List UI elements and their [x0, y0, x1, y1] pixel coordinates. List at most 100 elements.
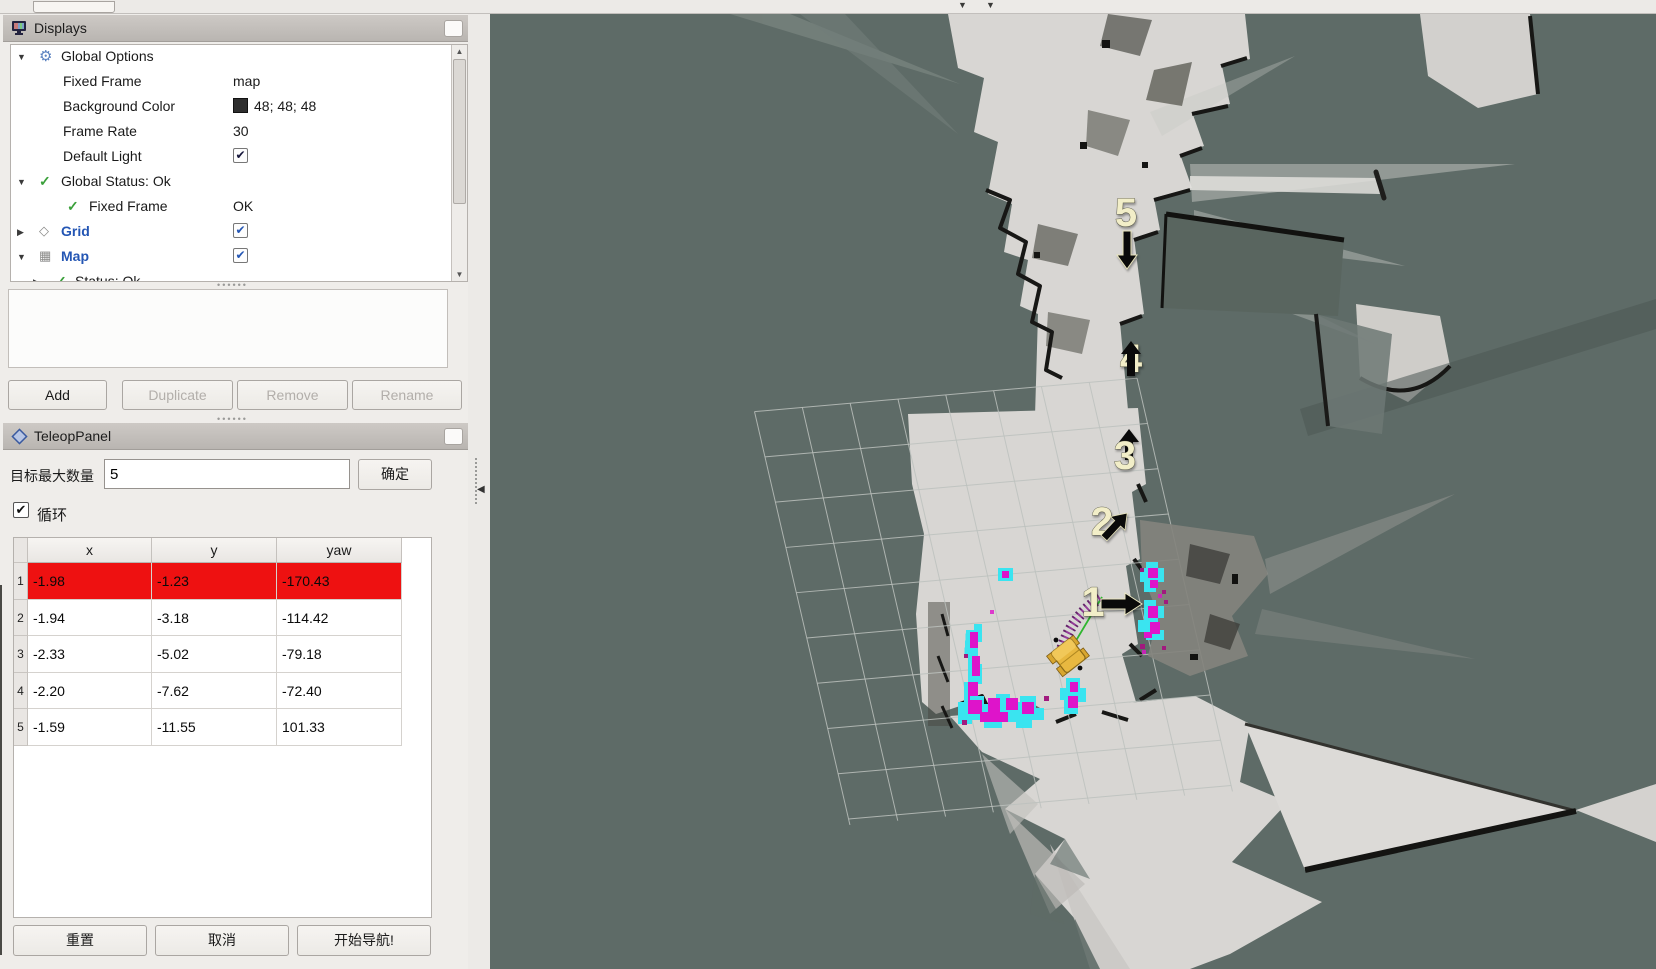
row-number: 1 — [14, 563, 28, 600]
col-header-yaw[interactable]: yaw — [277, 538, 402, 563]
row-number: 2 — [14, 600, 28, 637]
toolbar-button[interactable] — [33, 1, 115, 13]
panel-float-button[interactable] — [444, 428, 463, 445]
table-row[interactable]: 4 -2.20 -7.62 -72.40 — [14, 673, 431, 710]
window-edge — [0, 585, 2, 955]
tree-value[interactable]: 30 — [233, 123, 249, 139]
expander-icon[interactable]: ▼ — [17, 52, 26, 62]
loop-checkbox[interactable]: ✔ — [13, 502, 29, 518]
chevron-down-icon[interactable]: ▼ — [958, 0, 967, 10]
reset-button[interactable]: 重置 — [13, 925, 147, 956]
col-header-x[interactable]: x — [28, 538, 152, 563]
cell-yaw[interactable]: -72.40 — [277, 673, 402, 710]
cell-x[interactable]: -1.94 — [28, 600, 152, 637]
cell-x[interactable]: -1.59 — [28, 709, 152, 746]
teleop-panel-titlebar[interactable]: TeleopPanel — [3, 423, 468, 450]
cell-y[interactable]: -1.23 — [152, 563, 277, 600]
cell-x[interactable]: -1.98 — [28, 563, 152, 600]
tree-row-frame-rate[interactable]: Frame Rate 30 — [11, 120, 467, 145]
check-icon: ✓ — [39, 173, 51, 190]
panel-float-button[interactable] — [444, 20, 463, 37]
confirm-button[interactable]: 确定 — [358, 459, 432, 490]
table-header: x y yaw — [14, 538, 431, 563]
tree-label: Map — [61, 248, 89, 264]
checkbox[interactable]: ✔ — [233, 248, 248, 263]
tree-row-background-color[interactable]: Background Color 48; 48; 48 — [11, 95, 467, 120]
scroll-down-icon[interactable]: ▼ — [452, 270, 467, 279]
tree-label: Global Status: Ok — [61, 173, 171, 189]
row-number: 5 — [14, 709, 28, 746]
teleop-panel-title: TeleopPanel — [34, 428, 111, 444]
expander-icon[interactable]: ▶ — [17, 227, 24, 238]
tree-label: Default Light — [63, 148, 142, 164]
displays-panel-title: Displays — [34, 20, 87, 36]
rename-button[interactable]: Rename — [352, 380, 462, 410]
cell-y[interactable]: -7.62 — [152, 673, 277, 710]
row-number: 3 — [14, 636, 28, 673]
displays-panel-titlebar[interactable]: Displays — [3, 15, 468, 42]
cell-y[interactable]: -11.55 — [152, 709, 277, 746]
scrollbar-thumb[interactable] — [453, 59, 466, 204]
tree-row-default-light[interactable]: Default Light ✔ — [11, 145, 467, 170]
max-goal-input[interactable] — [104, 459, 350, 489]
property-pane — [8, 289, 448, 368]
grid-icon: ◇ — [39, 223, 49, 239]
start-navigation-button[interactable]: 开始导航! — [297, 925, 431, 956]
expander-icon[interactable]: ▼ — [17, 252, 26, 262]
table-row[interactable]: 5 -1.59 -11.55 101.33 — [14, 709, 431, 746]
max-goal-label: 目标最大数量 — [10, 466, 94, 486]
tree-value[interactable]: map — [233, 73, 260, 89]
cancel-button[interactable]: 取消 — [155, 925, 289, 956]
gear-icon: ⚙ — [39, 47, 52, 65]
tree-row-fixed-frame[interactable]: Fixed Frame map — [11, 70, 467, 95]
cell-y[interactable]: -3.18 — [152, 600, 277, 637]
cell-x[interactable]: -2.20 — [28, 673, 152, 710]
duplicate-button[interactable]: Duplicate — [122, 380, 233, 410]
tree-row-global-options[interactable]: ▼ ⚙ Global Options — [11, 45, 467, 70]
col-header-y[interactable]: y — [152, 538, 277, 563]
checkbox[interactable]: ✔ — [233, 223, 248, 238]
waypoint-label-5[interactable]: 5 — [1115, 191, 1137, 235]
cell-y[interactable]: -5.02 — [152, 636, 277, 673]
cell-yaw[interactable]: -170.43 — [277, 563, 402, 600]
cell-yaw[interactable]: -79.18 — [277, 636, 402, 673]
cell-x[interactable]: -2.33 — [28, 636, 152, 673]
tree-row-global-status[interactable]: ▼ ✓ Global Status: Ok — [11, 170, 467, 195]
tree-label: Frame Rate — [63, 123, 137, 139]
scroll-up-icon[interactable]: ▲ — [452, 47, 467, 56]
teleop-panel-icon — [11, 428, 28, 445]
tree-label: Grid — [61, 223, 90, 239]
tree-label: Fixed Frame — [89, 198, 168, 214]
collapse-arrow-icon[interactable]: ◀ — [477, 484, 485, 495]
waypoint-label-3[interactable]: 3 — [1114, 434, 1136, 478]
cell-yaw[interactable]: 101.33 — [277, 709, 402, 746]
table-row[interactable]: 2 -1.94 -3.18 -114.42 — [14, 600, 431, 637]
table-row[interactable]: 1 -1.98 -1.23 -170.43 — [14, 563, 431, 600]
tree-value[interactable]: 48; 48; 48 — [254, 98, 316, 114]
splitter-dots — [475, 458, 477, 504]
panel-splitter[interactable]: ◀ — [468, 14, 490, 969]
remove-button[interactable]: Remove — [237, 380, 348, 410]
obstacle-dot — [998, 568, 1013, 581]
add-button[interactable]: Add — [8, 380, 107, 410]
waypoint-table: x y yaw 1 -1.98 -1.23 -170.43 2 -1.94 -3… — [13, 537, 432, 918]
tree-row-map[interactable]: ▼ ▦ Map ✔ — [11, 245, 467, 270]
left-panel-column: Displays ▼ ⚙ Global Options Fixed Frame … — [0, 14, 490, 969]
displays-tree: ▼ ⚙ Global Options Fixed Frame map Backg… — [10, 44, 468, 282]
tree-label: Background Color — [63, 98, 175, 114]
cell-yaw[interactable]: -114.42 — [277, 600, 402, 637]
loop-label: 循环 — [37, 504, 67, 525]
tree-label: Fixed Frame — [63, 73, 142, 89]
table-row[interactable]: 3 -2.33 -5.02 -79.18 — [14, 636, 431, 673]
map-speck — [1054, 638, 1059, 643]
map-icon: ▦ — [39, 248, 51, 264]
checkbox[interactable]: ✔ — [233, 148, 248, 163]
tree-row-grid[interactable]: ▶ ◇ Grid ✔ — [11, 220, 467, 245]
expander-icon[interactable]: ▼ — [17, 177, 26, 187]
tree-scrollbar[interactable]: ▲ ▼ — [451, 45, 467, 281]
map-speck — [1078, 666, 1083, 671]
color-swatch[interactable] — [233, 98, 248, 113]
chevron-down-icon[interactable]: ▼ — [986, 0, 995, 10]
tree-row-fixed-frame-status[interactable]: ✓ Fixed Frame OK — [11, 195, 467, 220]
rviz-3d-view[interactable]: 5 4 3 2 1 — [490, 14, 1656, 969]
